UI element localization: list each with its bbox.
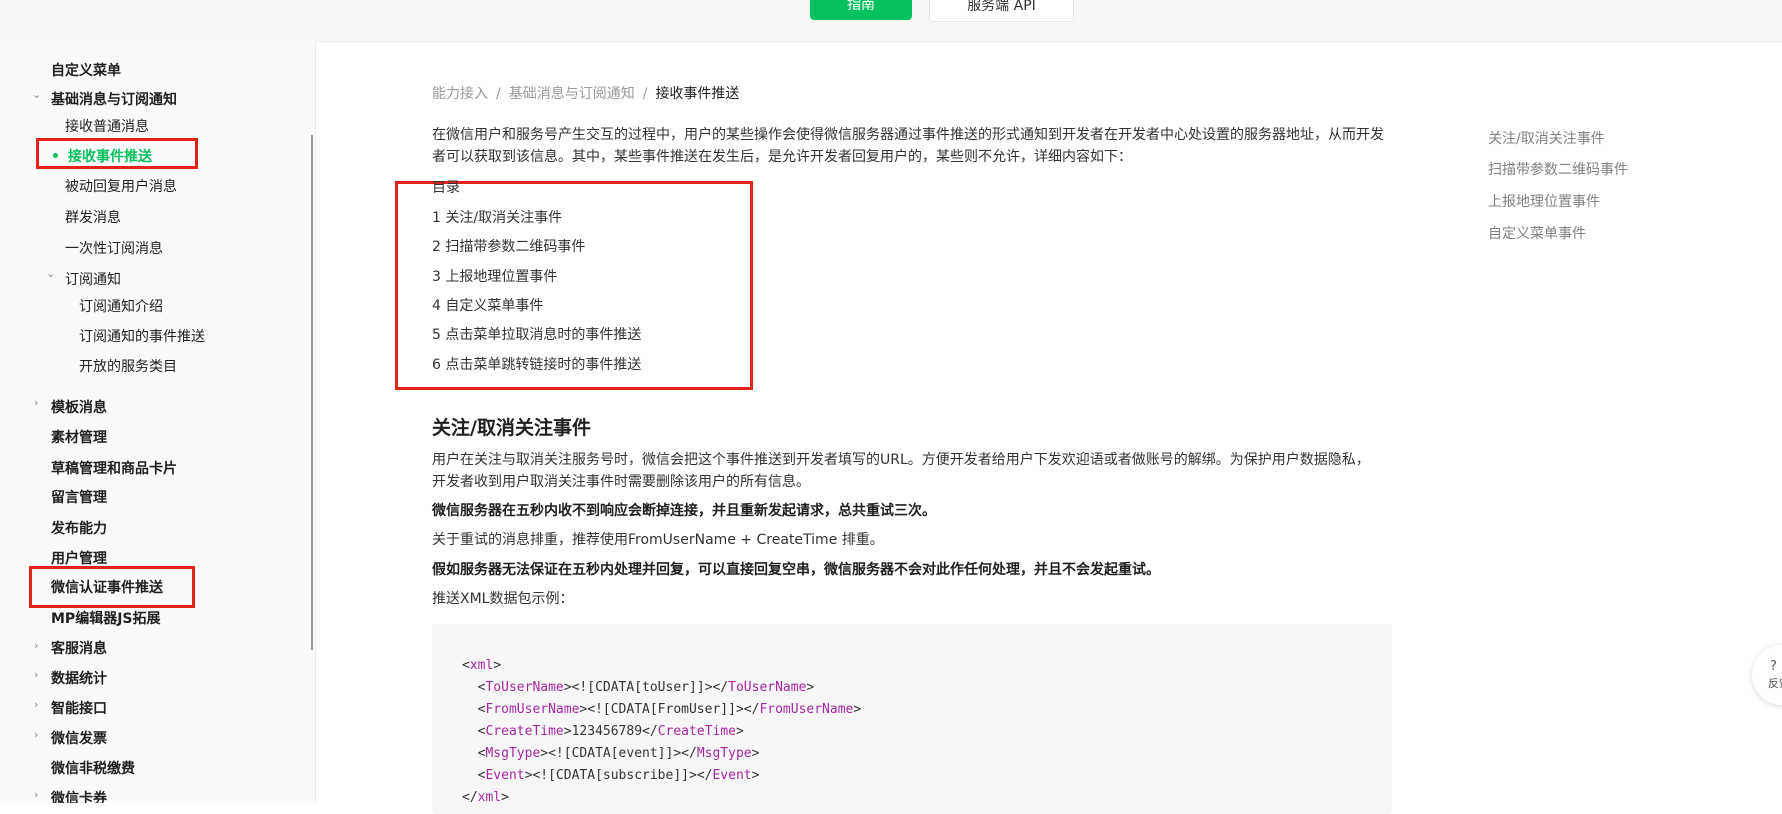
sidebar-item-receive-normal-messages[interactable]: 接收普通消息 [65,116,149,136]
code-tag: MsgType [696,746,752,761]
sidebar-item-comment-management[interactable]: 留言管理 [51,487,107,507]
code-tag: MsgType [485,746,541,761]
toc-item-5[interactable]: 5 点击菜单拉取消息时的事件推送 [432,324,641,344]
toc-item-4[interactable]: 4 自定义菜单事件 [432,295,543,315]
sidebar-item-customer-service[interactable]: 客服消息 [51,638,107,658]
sidebar-item-user-management[interactable]: 用户管理 [51,548,107,568]
chevron-right-icon[interactable]: › [34,788,38,801]
guide-tab-button[interactable]: 指南 [810,0,912,20]
code-tag: Event [712,768,752,783]
section-paragraph-1: 用户在关注与取消关注服务号时，微信会把这个事件推送到开发者填写的URL。方便开发… [432,449,1390,493]
code-tag: FromUserName [485,702,580,717]
toc-item-1[interactable]: 1 关注/取消关注事件 [432,207,562,227]
code-tag: ToUserName [485,680,564,695]
code-block: <xml> <ToUserName><![CDATA[toUser]]></To… [432,624,1392,814]
sidebar-item-wechat-invoice[interactable]: 微信发票 [51,728,107,748]
feedback-label: 反馈 [1768,677,1782,690]
breadcrumb-item-capability[interactable]: 能力接入 [432,86,488,102]
code-line: <xml> [462,658,502,673]
retry-note: 微信服务器在五秒内收不到响应会断掉连接，并且重新发起请求，总共重试三次。 [432,503,936,519]
sidebar-item-basic-messages[interactable]: 基础消息与订阅通知 [51,89,177,109]
code-line: <Event><![CDATA[subscribe]]></Event> [462,768,760,783]
code-tag: Event [485,768,525,783]
sidebar-item-nontax-payment[interactable]: 微信非税缴费 [51,758,135,778]
feedback-button[interactable]: ? 反馈 [1752,645,1782,705]
sidebar-item-mp-editor-js[interactable]: MP编辑器JS拓展 [51,608,160,628]
code-value: 123456789 [571,724,643,739]
highlight-box-event-push [36,138,198,169]
sidebar-item-passive-reply[interactable]: 被动回复用户消息 [65,176,177,196]
code-line: <ToUserName><![CDATA[toUser]]></ToUserNa… [462,680,815,695]
chevron-right-icon[interactable]: › [34,396,38,409]
toc-item-6[interactable]: 6 点击菜单跳转链接时的事件推送 [432,354,641,374]
sidebar-item-subscribe-event-push[interactable]: 订阅通知的事件推送 [79,326,205,346]
chevron-right-icon[interactable]: › [34,698,38,711]
breadcrumb: 能力接入 / 基础消息与订阅通知 / 接收事件推送 [432,83,739,103]
highlight-box-cert-event [29,566,195,608]
sidebar-item-open-service-categories[interactable]: 开放的服务类目 [79,356,177,376]
xml-example-label: 推送XML数据包示例： [432,591,574,607]
sidebar-item-mass-messages[interactable]: 群发消息 [65,207,121,227]
toc-item-3[interactable]: 3 上报地理位置事件 [432,266,557,286]
sidebar-item-draft-management[interactable]: 草稿管理和商品卡片 [51,458,177,478]
code-tag: xml [469,658,494,673]
sidebar-scrollbar[interactable] [311,135,313,650]
code-tag: FromUserName [759,702,854,717]
code-line: <CreateTime>123456789</CreateTime> [462,724,744,739]
right-toc-item-3[interactable]: 上报地理位置事件 [1488,191,1600,211]
toc-title: 目录 [432,180,460,196]
breadcrumb-separator: / [642,86,648,102]
top-bar: 指南 服务端 API [0,0,1782,42]
code-tag: CreateTime [485,724,564,739]
code-value: <![CDATA[subscribe]]> [532,768,697,783]
chevron-down-icon[interactable]: ⌄ [46,267,55,280]
code-line: <FromUserName><![CDATA[FromUser]]></From… [462,702,862,717]
breadcrumb-item-basic-messages[interactable]: 基础消息与订阅通知 [509,86,635,102]
empty-reply-note: 假如服务器无法保证在五秒内处理并回复，可以直接回复空串，微信服务器不会对此作任何… [432,562,1160,578]
sidebar-item-custom-menu[interactable]: 自定义菜单 [51,60,121,80]
intro-paragraph: 在微信用户和服务号产生交互的过程中，用户的某些操作会使得微信服务器通过事件推送的… [432,124,1390,168]
sidebar-item-template-messages[interactable]: 模板消息 [51,397,107,417]
sidebar-item-wechat-card[interactable]: 微信卡券 [51,788,107,803]
breadcrumb-current: 接收事件推送 [655,86,740,102]
question-icon: ? [1770,659,1777,674]
intro-line-1: 在微信用户和服务号产生交互的过程中，用户的某些操作会使得微信服务器通过事件推送的… [432,127,1384,143]
sidebar-item-material-management[interactable]: 素材管理 [51,427,107,447]
toc-item-2[interactable]: 2 扫描带参数二维码事件 [432,236,585,256]
code-value: <![CDATA[toUser]]> [571,680,713,695]
section-paragraph-1-line-2: 开发者收到用户取消关注事件时需要删除该用户的所有信息。 [432,474,810,490]
right-toc-item-4[interactable]: 自定义菜单事件 [1488,223,1586,243]
section-paragraph-1-line-1: 用户在关注与取消关注服务号时，微信会把这个事件推送到开发者填写的URL。方便开发… [432,452,1370,468]
intro-line-2: 者可以获取到该信息。其中，某些事件推送在发生后，是允许开发者回复用户的，某些则不… [432,149,1132,165]
dedupe-note: 关于重试的消息排重，推荐使用FromUserName + CreateTime … [432,532,884,548]
code-line: <MsgType><![CDATA[event]]></MsgType> [462,746,760,761]
chevron-down-icon[interactable]: ⌄ [32,88,41,101]
sidebar-item-data-statistics[interactable]: 数据统计 [51,668,107,688]
sidebar-item-subscribe-intro[interactable]: 订阅通知介绍 [79,296,163,316]
right-toc-item-1[interactable]: 关注/取消关注事件 [1488,128,1605,148]
sidebar-item-publish[interactable]: 发布能力 [51,518,107,538]
sidebar-item-one-time-subscribe[interactable]: 一次性订阅消息 [65,238,163,258]
code-value: <![CDATA[FromUser]]> [587,702,744,717]
server-api-tab-button[interactable]: 服务端 API [929,0,1074,22]
chevron-right-icon[interactable]: › [34,728,38,741]
code-tag: ToUserName [728,680,807,695]
section-title: 关注/取消关注事件 [432,417,591,439]
code-tag: CreateTime [657,724,736,739]
code-value: <![CDATA[event]]> [548,746,682,761]
chevron-right-icon[interactable]: › [34,639,38,652]
chevron-right-icon[interactable]: › [34,668,38,681]
right-toc-item-2[interactable]: 扫描带参数二维码事件 [1488,159,1628,179]
sidebar-item-subscribe-notice[interactable]: 订阅通知 [65,269,121,289]
sidebar-item-smart-interface[interactable]: 智能接口 [51,698,107,718]
breadcrumb-separator: / [496,86,501,102]
